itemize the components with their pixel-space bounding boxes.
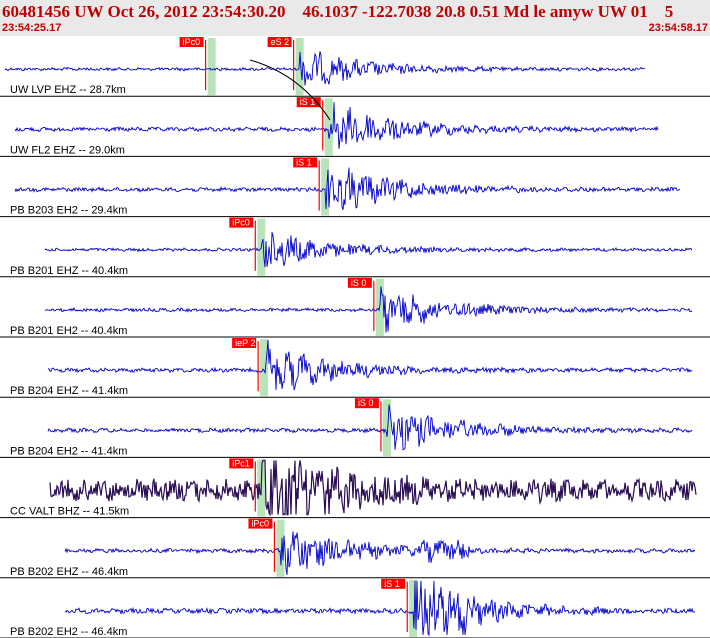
channel-label: PB B202 EHZ -- 46.4km	[10, 566, 128, 578]
event-header: 60481456 UW Oct 26, 2012 23:54:30.20 46.…	[0, 0, 710, 36]
end-time: 23:54:58.17	[648, 22, 708, 34]
channel-label: UW FL2 EHZ -- 29.0km	[10, 144, 125, 156]
channel-label: CC VALT BHZ -- 41.5km	[10, 506, 129, 518]
pick-label: iPc0	[232, 218, 250, 228]
pick-label: iS 1	[384, 579, 400, 589]
pick-label: iPc0	[183, 37, 201, 47]
pick-label: iPc1	[232, 458, 250, 468]
waveform-trace[interactable]	[44, 286, 693, 333]
pick-label: ieP 2	[235, 338, 255, 348]
waveform-trace[interactable]	[44, 232, 693, 268]
channel-label: PB B203 EH2 -- 29.4km	[10, 205, 127, 217]
pick-band	[321, 158, 330, 216]
pick-label: eS 2	[271, 37, 290, 47]
pick-label: iS 0	[358, 398, 374, 408]
pick-label: iS 1	[296, 157, 312, 167]
waveform-trace[interactable]	[64, 580, 696, 637]
pick-label: iS 0	[351, 278, 367, 288]
waveform-trace[interactable]	[64, 531, 696, 575]
start-time: 23:54:25.17	[2, 22, 62, 34]
channel-label: PB B202 EH2 -- 46.4km	[10, 626, 127, 638]
waveform-trace[interactable]	[14, 167, 681, 211]
waveform-trace[interactable]	[47, 404, 693, 451]
channel-label: PB B201 EH2 -- 40.4km	[10, 325, 127, 337]
channel-label: UW LVP EHZ -- 28.7km	[10, 84, 126, 96]
waveform-trace[interactable]	[49, 459, 697, 517]
waveform-trace[interactable]	[47, 339, 693, 391]
pick-band	[207, 38, 216, 96]
seismogram-panel[interactable]: iPc0 eS 2 UW LVP EHZ -- 28.7km iS 1 UW FL2 E…	[0, 36, 710, 638]
waveform-trace[interactable]	[4, 51, 646, 86]
channel-label: PB B204 EHZ -- 41.4km	[10, 385, 128, 397]
pick-band	[260, 339, 269, 397]
waveform-trace[interactable]	[14, 102, 659, 149]
channel-label: PB B204 EH2 -- 41.4km	[10, 445, 127, 457]
channel-label: PB B201 EHZ -- 40.4km	[10, 265, 128, 277]
pick-label: iPc0	[251, 519, 269, 529]
event-title: 60481456 UW Oct 26, 2012 23:54:30.20 46.…	[2, 2, 674, 21]
